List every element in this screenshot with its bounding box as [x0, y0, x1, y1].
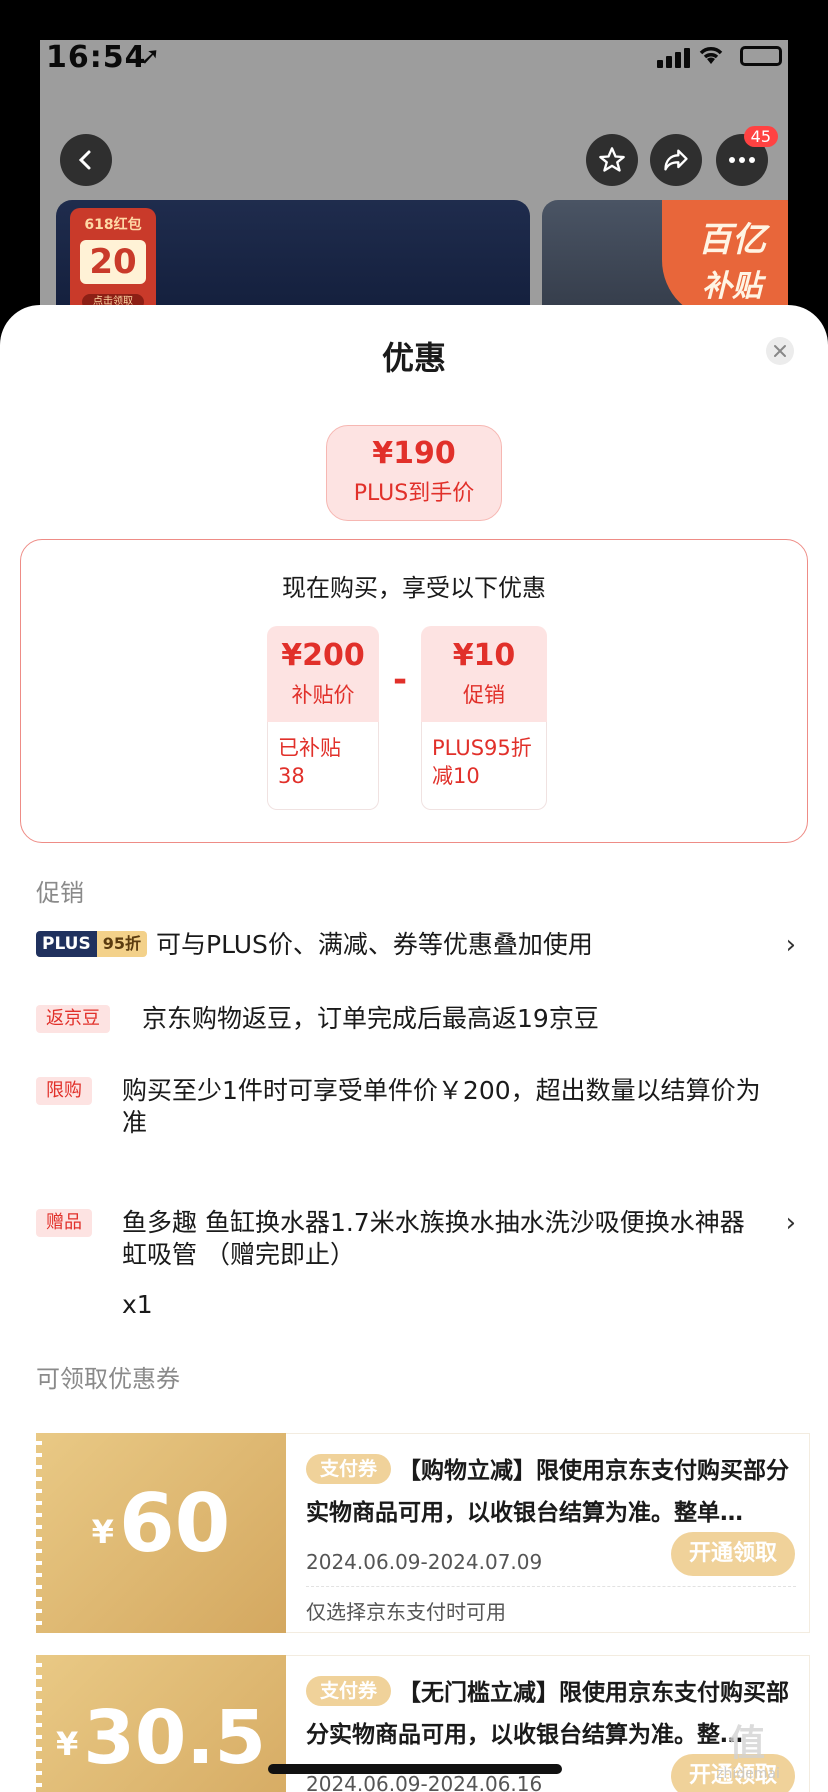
- sheet-title: 优惠: [381, 339, 446, 377]
- promo-row-plus[interactable]: PLUS 95折 可与PLUS价、满减、券等优惠叠加使用 ›: [36, 929, 796, 963]
- promo-row-bean: 返京豆 京东购物返豆，订单完成后最高返19京豆: [36, 1003, 796, 1037]
- limit-tag: 限购: [36, 1077, 92, 1105]
- promo-row-gift[interactable]: 赠品 鱼多趣 鱼缸换水器1.7米水族换水抽水洗沙吸便换水神器虹吸管 （赠完即止）…: [36, 1207, 796, 1323]
- coupon-validity: 2024.06.09-2024.07.09: [306, 1550, 543, 1574]
- battery-icon: [740, 46, 782, 66]
- subsidy-badge-line1: 百亿: [698, 220, 766, 260]
- background-page: 16:54 ➚ 45 618红包 20 点击领取 百亿 补贴: [40, 40, 788, 320]
- final-price: ¥190: [372, 436, 456, 471]
- plus-tag-label: PLUS: [36, 931, 97, 957]
- gift-promo-text: 鱼多趣 鱼缸换水器1.7米水族换水抽水洗沙吸便换水神器虹吸管 （赠完即止）: [122, 1208, 745, 1269]
- claim-coupon-button[interactable]: 开通领取: [670, 1532, 795, 1576]
- chevron-right-icon: ›: [785, 930, 796, 960]
- red-packet-title: 618红包: [84, 217, 142, 233]
- red-packet-amount: 20: [80, 240, 146, 284]
- discount-sheet: 优惠 ¥190 PLUS到手价 现在购买，享受以下优惠 ¥200 补贴价 已补贴…: [0, 305, 828, 1792]
- close-button[interactable]: [766, 337, 794, 365]
- coupon-note: 仅选择京东支付时可用: [306, 1600, 506, 1624]
- promo-row-limit: 限购 购买至少1件时可享受单件价￥200，超出数量以结算价为准: [36, 1075, 796, 1147]
- bean-promo-text: 京东购物返豆，订单完成后最高返19京豆: [142, 1004, 599, 1033]
- chevron-right-icon: ›: [785, 1208, 796, 1238]
- wifi-icon: [696, 44, 726, 70]
- coupon-currency: ¥: [56, 1725, 79, 1763]
- plus-promo-text: 可与PLUS价、满减、券等优惠叠加使用: [156, 930, 593, 959]
- bean-tag: 返京豆: [36, 1005, 110, 1033]
- coupon-amount: 60: [119, 1477, 231, 1570]
- limit-promo-text: 购买至少1件时可享受单件价￥200，超出数量以结算价为准: [122, 1076, 761, 1137]
- coupon-validity: 2024.06.09-2024.06.16: [306, 1772, 543, 1792]
- subsidy-price-card: ¥200 补贴价 已补贴 38: [267, 626, 379, 810]
- coupon-card: ¥ 60 支付券 【购物立减】限使用京东支付购买部分实物商品可用，以收银台结算为…: [36, 1433, 810, 1633]
- coupon-divider: [306, 1586, 796, 1587]
- gift-quantity: x1: [122, 1290, 153, 1319]
- status-bar: 16:54 ➚: [40, 40, 788, 75]
- price-breakdown: 现在购买，享受以下优惠 ¥200 补贴价 已补贴 38 - ¥10 促销 PLU…: [20, 539, 808, 843]
- plus-discount-tag: PLUS 95折: [36, 931, 148, 957]
- status-time: 16:54: [46, 40, 147, 75]
- message-badge: 45: [743, 126, 778, 147]
- subsidy-price-detail: 已补贴 38: [267, 722, 379, 810]
- star-icon: [599, 147, 625, 172]
- location-arrow-icon: ➚: [140, 42, 161, 70]
- subsidy-price-label: 补贴价: [291, 683, 355, 707]
- share-button[interactable]: [650, 134, 702, 186]
- promo-banner-left[interactable]: 618红包 20 点击领取: [56, 200, 530, 320]
- final-price-label: PLUS到手价: [353, 481, 475, 506]
- share-icon: [664, 149, 688, 171]
- promotion-value: ¥10: [452, 638, 516, 673]
- promotion-label: 促销: [463, 683, 505, 707]
- home-indicator: [268, 1764, 562, 1774]
- close-icon: [774, 345, 786, 357]
- subsidy-price-value: ¥200: [281, 638, 365, 673]
- red-packet-image: 618红包 20 点击领取: [70, 208, 156, 318]
- subsidy-badge: 百亿 补贴: [662, 200, 788, 320]
- favorite-button[interactable]: [586, 134, 638, 186]
- coupon-details: 支付券 【购物立减】限使用京东支付购买部分实物商品可用，以收银台结算为准。整单……: [286, 1433, 810, 1633]
- plus-tag-discount: 95折: [96, 931, 148, 957]
- signal-icon: [657, 48, 690, 68]
- subsidy-badge-line2: 补贴: [702, 269, 762, 304]
- back-button[interactable]: [60, 134, 112, 186]
- watermark-logo: 值 zhidemai: [716, 1723, 780, 1782]
- coupon-description: 【购物立减】限使用京东支付购买部分实物商品可用，以收银台结算为准。整单…: [306, 1458, 789, 1526]
- coupon-amount: 30.5: [83, 1695, 266, 1781]
- promotion-detail: PLUS95折 减10: [421, 722, 547, 810]
- coupon-currency: ¥: [91, 1513, 114, 1551]
- coupon-amount-panel: ¥ 60: [36, 1433, 286, 1633]
- final-price-pill: ¥190 PLUS到手价: [326, 425, 502, 521]
- minus-sign: -: [393, 660, 408, 700]
- promotion-card: ¥10 促销 PLUS95折 减10: [421, 626, 547, 810]
- more-button[interactable]: 45: [716, 126, 778, 186]
- chevron-left-icon: [78, 150, 91, 170]
- coupon-section-title: 可领取优惠券: [36, 1365, 180, 1393]
- gift-tag: 赠品: [36, 1209, 92, 1237]
- coupon-amount-panel: ¥ 30.5: [36, 1655, 286, 1792]
- more-dots-icon: [729, 157, 755, 163]
- promo-banner-right[interactable]: 百亿 补贴: [542, 200, 788, 320]
- promo-section-title: 促销: [36, 879, 84, 907]
- breakdown-title: 现在购买，享受以下优惠: [282, 574, 546, 602]
